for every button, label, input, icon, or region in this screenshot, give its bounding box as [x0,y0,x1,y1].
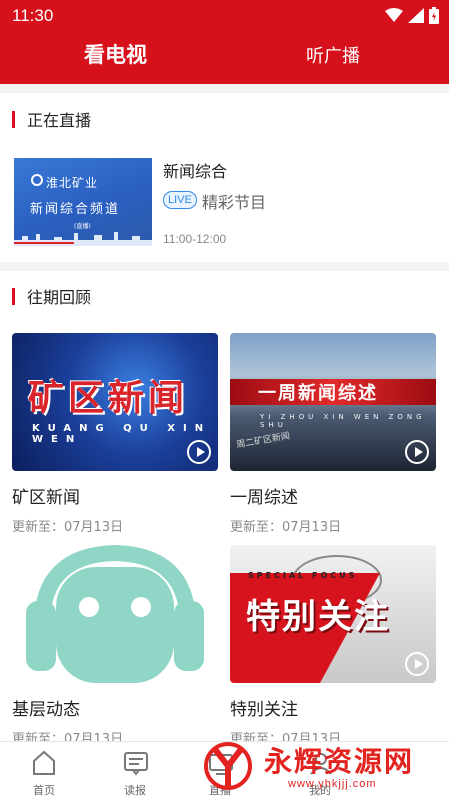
thumb-label-text: SPECIAL FOCUS [248,571,358,580]
watermark: 永辉资源网 www.yhkjjj.com [200,736,445,796]
tab-tv[interactable]: 看电视 [84,39,147,69]
replay-section-header: 往期回顾 [12,286,92,307]
program-title: 矿区新闻 [12,488,80,508]
program-update-date: 更新至：07月13日 [230,520,342,535]
thumb-title-text: 特别关注 [246,597,390,637]
program-thumbnail: SPECIAL FOCUS 特别关注 [230,545,436,683]
play-icon[interactable] [405,652,429,676]
live-section-header: 正在直播 [12,109,92,130]
app-header: 11:30 看电视 听广播 [0,0,449,84]
thumb-title-text: 一周新闻综述 [258,383,378,404]
live-channel-item[interactable]: 淮北矿业 新闻综合频道 (直播) 新闻综合 LIVE 精彩节目 11:00-12… [14,158,434,250]
live-program-name: 精彩节目 [202,193,267,212]
newspaper-icon [124,752,148,776]
thumb-channel-text: 新闻综合频道 [30,202,121,217]
live-time-range: 11:00-12:00 [163,232,227,246]
thumb-accent-line [14,242,74,244]
station-logo-icon [31,174,43,186]
battery-icon [429,7,439,24]
thumb-logo-text: 淮北矿业 [46,176,99,190]
program-card-jiceng[interactable]: 基层动态 更新至：07月13日 [12,545,218,747]
program-title: 一周综述 [230,488,298,508]
headset-face-icon [26,545,204,683]
thumb-title-text: 矿区新闻 [28,378,189,419]
status-time: 11:30 [12,6,54,25]
wifi-icon [385,8,403,22]
live-thumbnail: 淮北矿业 新闻综合频道 (直播) [14,158,152,246]
play-icon[interactable] [405,440,429,464]
home-icon [33,750,55,775]
program-update-date: 更新至：07月13日 [12,520,124,535]
play-icon[interactable] [187,440,211,464]
section-divider [0,262,449,271]
watermark-logo-icon [204,742,252,790]
nav-home[interactable]: 首页 [14,748,74,798]
program-title: 特别关注 [230,700,298,720]
signal-icon [408,8,424,23]
replay-section-title: 往期回顾 [27,290,92,307]
program-card-kuangqu[interactable]: 矿区新闻 KUANG QU XIN WEN 矿区新闻 更新至：07月13日 [12,333,218,535]
section-marker [12,110,15,128]
live-section-title: 正在直播 [27,113,92,130]
thumb-pinyin-text: YI ZHOU XIN WEN ZONG SHU [260,413,426,429]
nav-home-label: 首页 [33,784,55,797]
program-thumbnail [12,545,218,683]
live-channel-title: 新闻综合 [163,162,228,181]
section-marker [12,287,15,305]
program-thumbnail: 一周新闻综述 YI ZHOU XIN WEN ZONG SHU 周二矿区新闻 [230,333,436,471]
status-icons [385,7,439,24]
program-card-yizhou[interactable]: 一周新闻综述 YI ZHOU XIN WEN ZONG SHU 周二矿区新闻 一… [230,333,436,535]
channel-tabs: 看电视 听广播 [0,34,449,82]
program-thumbnail: 矿区新闻 KUANG QU XIN WEN [12,333,218,471]
tab-radio[interactable]: 听广播 [306,42,360,68]
watermark-text: 永辉资源网 [264,745,415,778]
watermark-url: www.yhkjjj.com [288,778,377,790]
program-card-tebie[interactable]: SPECIAL FOCUS 特别关注 特别关注 更新至：07月13日 [230,545,436,747]
app-screen: 11:30 看电视 听广播 正在直播 淮北矿业 新闻综合频道 (直播) 新闻综合… [0,0,449,800]
status-bar: 11:30 [0,0,449,34]
section-divider [0,84,449,93]
program-title: 基层动态 [12,700,80,720]
thumb-pinyin-text: KUANG QU XIN WEN [32,423,212,445]
thumb-caption-text: 周二矿区新闻 [235,431,291,451]
live-badge: LIVE [163,191,197,209]
nav-newspaper[interactable]: 读报 [105,748,165,798]
nav-newspaper-label: 读报 [124,784,146,797]
